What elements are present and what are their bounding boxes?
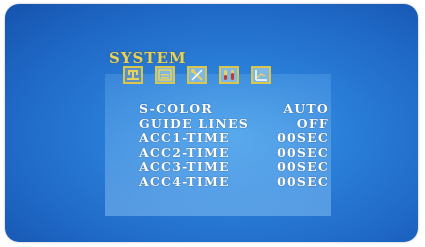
test-tubes-icon[interactable] bbox=[219, 66, 239, 84]
setting-row-acc2-time[interactable]: ACC2-TIME 00SEC bbox=[139, 144, 329, 161]
setting-value: 00SEC bbox=[277, 130, 329, 145]
setting-row-acc3-time[interactable]: ACC3-TIME 00SEC bbox=[139, 159, 329, 175]
setting-label: ACC2-TIME bbox=[139, 144, 230, 160]
setting-value: OFF bbox=[296, 115, 329, 131]
system-icon[interactable] bbox=[123, 66, 143, 84]
chart-icon[interactable] bbox=[251, 66, 271, 84]
menu-title: SYSTEM bbox=[109, 49, 187, 67]
setting-label: GUIDE LINES bbox=[139, 115, 249, 131]
setting-value: 00SEC bbox=[277, 173, 329, 189]
setting-value: 00SEC bbox=[277, 144, 329, 160]
setting-row-acc4-time[interactable]: ACC4-TIME 00SEC bbox=[139, 173, 329, 190]
setting-row-guide-lines[interactable]: GUIDE LINES OFF bbox=[139, 115, 329, 132]
setting-row-s-color[interactable]: S-COLOR AUTO bbox=[139, 101, 329, 117]
setting-row-acc1-time[interactable]: ACC1-TIME 00SEC bbox=[139, 130, 329, 146]
setting-label: S-COLOR bbox=[139, 101, 213, 116]
setting-label: ACC3-TIME bbox=[139, 159, 230, 174]
osd-screen: SYSTEM S-COLOR AUTO GUIDE LINES OFF ACC1… bbox=[5, 4, 418, 242]
setting-value: 00SEC bbox=[277, 159, 329, 174]
setting-label: ACC1-TIME bbox=[139, 130, 230, 145]
settings-list: S-COLOR AUTO GUIDE LINES OFF ACC1-TIME 0… bbox=[139, 101, 329, 190]
setting-label: ACC4-TIME bbox=[139, 173, 230, 189]
setting-value: AUTO bbox=[283, 101, 329, 116]
tools-icon[interactable] bbox=[187, 66, 207, 84]
picture-icon[interactable] bbox=[155, 66, 175, 84]
menu-icon-bar bbox=[123, 66, 271, 84]
